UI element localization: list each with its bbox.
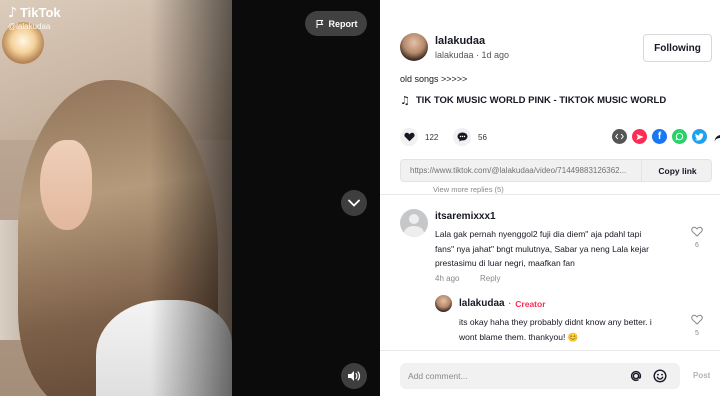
next-video-button[interactable] <box>341 190 367 216</box>
comment-text: Lala gak pernah nyenggol2 fuji dia diem"… <box>435 229 649 268</box>
comment-bar: Post <box>380 350 720 396</box>
comment-like-button[interactable] <box>690 224 704 242</box>
reply-username[interactable]: lalakudaa <box>459 298 505 309</box>
music-title: TIK TOK MUSIC WORLD PINK - TIKTOK MUSIC … <box>415 95 667 106</box>
chevron-down-icon <box>348 199 360 207</box>
tiktok-watermark-brand: TikTok <box>19 5 61 20</box>
report-button[interactable]: Report <box>305 11 367 36</box>
post-button[interactable]: Post <box>693 371 710 380</box>
video-shadow <box>150 0 232 396</box>
reply-like-count: 5 <box>695 330 699 337</box>
share-arrow-icon[interactable] <box>712 129 720 144</box>
divider <box>380 194 720 195</box>
comment-time: 4h ago <box>435 274 460 283</box>
copy-link-button[interactable]: Copy link <box>641 160 713 181</box>
like-count: 122 <box>425 132 439 142</box>
video-player[interactable]: ♪ TikTok @lalakudaa Report <box>0 0 380 396</box>
report-label: Report <box>328 18 358 29</box>
tiktok-watermark: ♪ TikTok <box>8 5 61 20</box>
emoji-icon[interactable] <box>653 369 667 388</box>
comment-count: 56 <box>478 132 487 142</box>
comment-icon[interactable] <box>453 128 471 146</box>
author-avatar[interactable] <box>400 33 428 61</box>
link-row: https://www.tiktok.com/@lalakudaa/video/… <box>400 159 712 182</box>
video-caption: old songs >>>>> <box>400 74 468 84</box>
mention-icon[interactable] <box>629 369 643 388</box>
reply-header: lalakudaa · Creator <box>459 298 546 309</box>
comment-like-count: 6 <box>695 242 699 249</box>
view-more-replies[interactable]: View more replies (5) <box>433 185 504 194</box>
send-icon[interactable] <box>632 129 647 144</box>
video-frame[interactable] <box>0 0 232 396</box>
creator-badge: Creator <box>515 298 546 309</box>
stats-row: 122 56 f <box>400 128 720 148</box>
following-button[interactable]: Following <box>643 34 712 62</box>
music-note-icon: ♫ <box>400 94 410 107</box>
heart-icon[interactable] <box>400 128 418 146</box>
whatsapp-icon[interactable] <box>672 129 687 144</box>
author-meta: lalakudaa · 1d ago <box>435 50 510 60</box>
reply-like-button[interactable] <box>690 312 704 330</box>
reply-avatar[interactable] <box>435 295 452 312</box>
comment-username[interactable]: itsaremixxx1 <box>435 211 496 222</box>
like-stat[interactable]: 122 <box>400 128 438 146</box>
author-name[interactable]: lalakudaa <box>435 35 485 47</box>
share-icons: f <box>612 129 720 144</box>
heart-outline-icon <box>691 314 703 325</box>
video-subject-face <box>40 140 92 230</box>
watermark-username: @lalakudaa <box>8 22 51 31</box>
video-url[interactable]: https://www.tiktok.com/@lalakudaa/video/… <box>410 166 635 175</box>
reply-button[interactable]: Reply <box>480 274 500 283</box>
heart-outline-icon <box>691 226 703 237</box>
reply-text: its okay haha they probably didnt know a… <box>459 317 652 342</box>
comment-stat[interactable]: 56 <box>453 128 487 146</box>
facebook-icon[interactable]: f <box>652 129 667 144</box>
avatar[interactable] <box>400 209 428 237</box>
tiktok-logo-icon: ♪ <box>8 4 17 21</box>
flag-icon <box>316 19 323 28</box>
creator-separator: · <box>508 299 512 308</box>
volume-button[interactable] <box>341 363 367 389</box>
music-link[interactable]: ♫ TIK TOK MUSIC WORLD PINK - TIKTOK MUSI… <box>400 94 666 107</box>
embed-icon[interactable] <box>612 129 627 144</box>
comments-list[interactable]: View more replies (5) itsaremixxx1 Lala … <box>380 185 720 350</box>
twitter-icon[interactable] <box>692 129 707 144</box>
info-pane: lalakudaa lalakudaa · 1d ago Following o… <box>380 0 720 396</box>
volume-icon <box>348 371 361 381</box>
